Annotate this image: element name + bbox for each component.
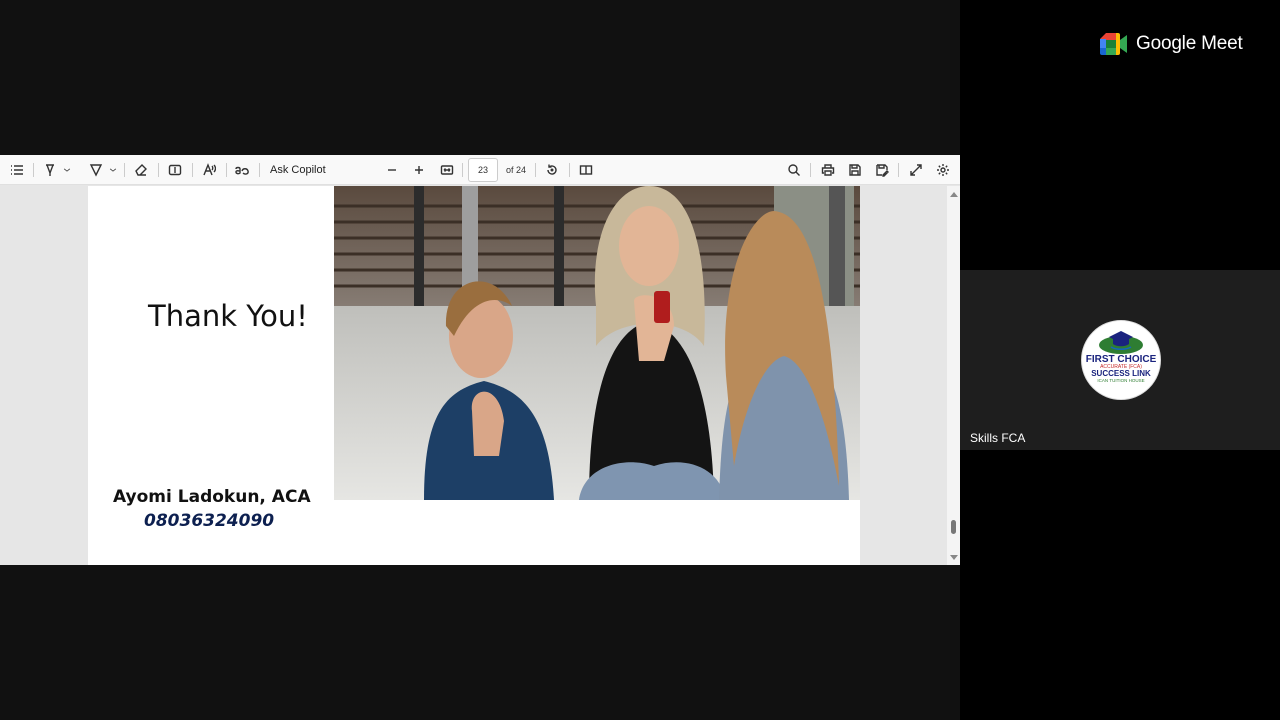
- page-view-icon[interactable]: [577, 160, 595, 180]
- divider: [33, 163, 34, 177]
- zoom-out-icon[interactable]: [383, 160, 401, 180]
- page-total-label: of 24: [506, 165, 527, 175]
- participant-tile[interactable]: FIRST CHOICE ACCURATE (FCA) SUCCESS LINK…: [960, 270, 1280, 450]
- pdf-toolbar: Ask Copilot 23 of 24: [0, 155, 960, 185]
- meet-brand-label: Google Meet: [1136, 33, 1243, 54]
- pdf-page: Thank You! Ayomi Ladokun, ACA 0803632409…: [88, 186, 860, 565]
- participant-name: Skills FCA: [970, 431, 1026, 445]
- divider: [569, 163, 570, 177]
- read-aloud-icon[interactable]: [200, 160, 218, 180]
- fit-page-icon[interactable]: [438, 160, 456, 180]
- search-icon[interactable]: [785, 160, 803, 180]
- divider: [226, 163, 227, 177]
- divider: [535, 163, 536, 177]
- highlight-icon[interactable]: [86, 160, 120, 180]
- divider: [898, 163, 899, 177]
- pdf-viewer-window: Ask Copilot 23 of 24 Thank You! Ayomi La…: [0, 155, 960, 565]
- save-icon[interactable]: [846, 160, 864, 180]
- meet-camera-icon: [1100, 33, 1127, 55]
- print-icon[interactable]: [819, 160, 837, 180]
- eraser-icon[interactable]: [132, 160, 150, 180]
- vertical-scrollbar[interactable]: [947, 186, 960, 565]
- scroll-thumb[interactable]: [951, 520, 956, 534]
- scroll-up-arrow-icon[interactable]: [950, 192, 958, 197]
- group-photo: [334, 186, 860, 500]
- divider: [158, 163, 159, 177]
- author-phone: 08036324090: [144, 511, 275, 531]
- logo-line-3: SUCCESS LINK: [1091, 369, 1151, 378]
- google-meet-logo: Google Meet: [1100, 33, 1243, 55]
- fullscreen-icon[interactable]: [907, 160, 925, 180]
- divider: [810, 163, 811, 177]
- ask-copilot-button[interactable]: Ask Copilot: [270, 160, 330, 180]
- translate-icon[interactable]: [233, 160, 251, 180]
- slide-heading: Thank You!: [148, 299, 308, 333]
- author-name: Ayomi Ladokun, ACA: [113, 487, 311, 507]
- participant-avatar: FIRST CHOICE ACCURATE (FCA) SUCCESS LINK…: [1081, 320, 1161, 400]
- shared-screen: Ask Copilot 23 of 24 Thank You! Ayomi La…: [0, 0, 960, 720]
- text-box-icon[interactable]: [166, 160, 184, 180]
- contents-icon[interactable]: [8, 160, 26, 180]
- scroll-down-arrow-icon[interactable]: [950, 555, 958, 560]
- page-number-input[interactable]: 23: [468, 158, 498, 182]
- rotate-icon[interactable]: [543, 160, 561, 180]
- graduation-cap-icon: [1099, 331, 1143, 354]
- divider: [124, 163, 125, 177]
- settings-icon[interactable]: [934, 160, 952, 180]
- document-viewport[interactable]: Thank You! Ayomi Ladokun, ACA 0803632409…: [0, 186, 960, 565]
- divider: [259, 163, 260, 177]
- draw-icon[interactable]: [40, 160, 74, 180]
- divider: [192, 163, 193, 177]
- logo-line-4: ICAN TUITION HOUSE: [1097, 378, 1145, 383]
- divider: [462, 163, 463, 177]
- save-as-icon[interactable]: [873, 160, 891, 180]
- zoom-in-icon[interactable]: [410, 160, 428, 180]
